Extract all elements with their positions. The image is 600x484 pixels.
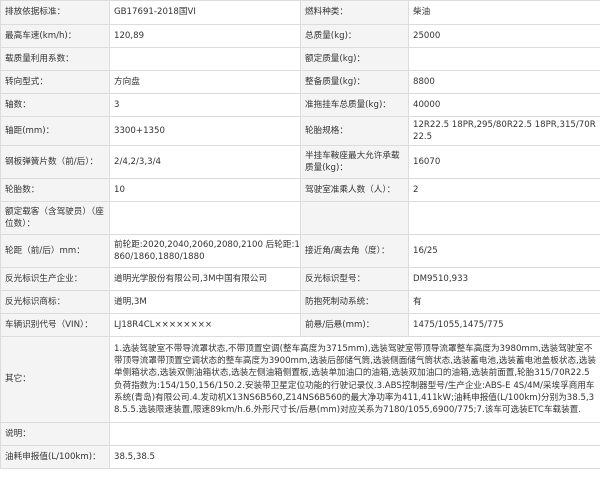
- reflector-model-label: 反光标识型号：: [300, 267, 409, 291]
- emission-standard-value: GB17691-2018国VI: [109, 0, 301, 25]
- wheelbase-value: 3300+1350: [109, 116, 301, 146]
- note-value: [109, 422, 600, 446]
- table-row: 额定载客（含驾驶员）（座位数）：: [0, 201, 600, 235]
- rated-mass-label: 额定质量(kg)：: [300, 47, 409, 71]
- note-label: 说明：: [0, 422, 110, 446]
- axle-count-value: 3: [109, 93, 301, 117]
- wheelbase-label: 轴距(mm)：: [0, 116, 110, 146]
- reflector-maker-value: 道明光学股份有限公司,3M中国有限公司: [109, 267, 301, 291]
- vin-value: LJ18R4CL××××××××: [109, 313, 301, 337]
- table-row: 反光标识生产企业： 道明光学股份有限公司,3M中国有限公司 反光标识型号： DM…: [0, 267, 600, 291]
- vehicle-params-body: 排放依据标准： GB17691-2018国VI 燃料种类： 柴油 最高车速(km…: [0, 0, 600, 469]
- table-row: 车辆识别代号（VIN）： LJ18R4CL×××××××× 前悬/后悬(mm)：…: [0, 313, 600, 337]
- table-row: 轮胎数： 10 驾驶室准乘人数（人）： 2: [0, 178, 600, 202]
- max-speed-value: 120,89: [109, 24, 301, 48]
- fuel-type-label: 燃料种类：: [300, 0, 409, 25]
- empty-label: [300, 201, 409, 235]
- reflector-maker-label: 反光标识生产企业：: [0, 267, 110, 291]
- empty-value: [408, 201, 600, 235]
- abs-label: 防抱死制动系统：: [300, 290, 409, 314]
- other-label: 其它：: [0, 336, 110, 423]
- tire-spec-label: 轮胎规格：: [300, 116, 409, 146]
- cab-capacity-label: 驾驶室准乘人数（人）：: [300, 178, 409, 202]
- curb-weight-label: 整备质量(kg)：: [300, 70, 409, 94]
- tire-count-label: 轮胎数：: [0, 178, 110, 202]
- table-row: 钢板弹簧片数（前/后）： 2/4,2/3,3/4 半挂车鞍座最大允许承载质量(k…: [0, 145, 600, 179]
- axle-count-label: 轴数：: [0, 93, 110, 117]
- saddle-load-value: 16070: [408, 145, 600, 179]
- table-row: 转向型式： 方向盘 整备质量(kg)： 8800: [0, 70, 600, 94]
- vehicle-params-table: 排放依据标准： GB17691-2018国VI 燃料种类： 柴油 最高车速(km…: [0, 0, 600, 469]
- cab-capacity-value: 2: [408, 178, 600, 202]
- towing-mass-value: 40000: [408, 93, 600, 117]
- overhang-label: 前悬/后悬(mm)：: [300, 313, 409, 337]
- gross-mass-label: 总质量(kg)：: [300, 24, 409, 48]
- curb-weight-value: 8800: [408, 70, 600, 94]
- rated-passengers-value: [109, 201, 301, 235]
- table-row: 最高车速(km/h)： 120,89 总质量(kg)： 25000: [0, 24, 600, 48]
- track-width-value: 前轮距:2020,2040,2060,2080,2100 后轮距:1860/18…: [109, 234, 301, 268]
- abs-value: 有: [408, 290, 600, 314]
- emission-standard-label: 排放依据标准：: [0, 0, 110, 25]
- vin-label: 车辆识别代号（VIN）：: [0, 313, 110, 337]
- rated-mass-value: [408, 47, 600, 71]
- reflector-brand-value: 道明,3M: [109, 290, 301, 314]
- table-row: 轴数： 3 准拖挂车总质量(kg)： 40000: [0, 93, 600, 117]
- other-value: 1.选装驾驶室不带导流罩状态,不带顶置空调(整车高度为3715mm),选装驾驶室…: [109, 336, 600, 423]
- table-row: 其它： 1.选装驾驶室不带导流罩状态,不带顶置空调(整车高度为3715mm),选…: [0, 336, 600, 423]
- tire-count-value: 10: [109, 178, 301, 202]
- leaf-spring-label: 钢板弹簧片数（前/后）：: [0, 145, 110, 179]
- table-row: 载质量利用系数： 额定质量(kg)：: [0, 47, 600, 71]
- reflector-model-value: DM9510,933: [408, 267, 600, 291]
- track-width-label: 轮距（前/后）mm：: [0, 234, 110, 268]
- towing-mass-label: 准拖挂车总质量(kg)：: [300, 93, 409, 117]
- load-utilization-value: [109, 47, 301, 71]
- approach-departure-value: 16/25: [408, 234, 600, 268]
- max-speed-label: 最高车速(km/h)：: [0, 24, 110, 48]
- table-row: 油耗申报值(L/100km)： 38.5,38.5: [0, 445, 600, 469]
- load-utilization-label: 载质量利用系数：: [0, 47, 110, 71]
- overhang-value: 1475/1055,1475/775: [408, 313, 600, 337]
- table-row: 反光标识商标： 道明,3M 防抱死制动系统： 有: [0, 290, 600, 314]
- leaf-spring-value: 2/4,2/3,3/4: [109, 145, 301, 179]
- table-row: 轴距(mm)： 3300+1350 轮胎规格： 12R22.5 18PR,295…: [0, 116, 600, 146]
- reflector-brand-label: 反光标识商标：: [0, 290, 110, 314]
- fuel-consumption-value: 38.5,38.5: [109, 445, 600, 469]
- table-row: 排放依据标准： GB17691-2018国VI 燃料种类： 柴油: [0, 0, 600, 25]
- rated-passengers-label: 额定载客（含驾驶员）（座位数）：: [0, 201, 110, 235]
- steering-type-value: 方向盘: [109, 70, 301, 94]
- fuel-type-value: 柴油: [408, 0, 600, 25]
- approach-departure-label: 接近角/离去角（度）：: [300, 234, 409, 268]
- table-row: 轮距（前/后）mm： 前轮距:2020,2040,2060,2080,2100 …: [0, 234, 600, 268]
- saddle-load-label: 半挂车鞍座最大允许承载质量(kg)：: [300, 145, 409, 179]
- tire-spec-value: 12R22.5 18PR,295/80R22.5 18PR,315/70R22.…: [408, 116, 600, 146]
- gross-mass-value: 25000: [408, 24, 600, 48]
- table-row: 说明：: [0, 422, 600, 446]
- fuel-consumption-label: 油耗申报值(L/100km)：: [0, 445, 110, 469]
- steering-type-label: 转向型式：: [0, 70, 110, 94]
